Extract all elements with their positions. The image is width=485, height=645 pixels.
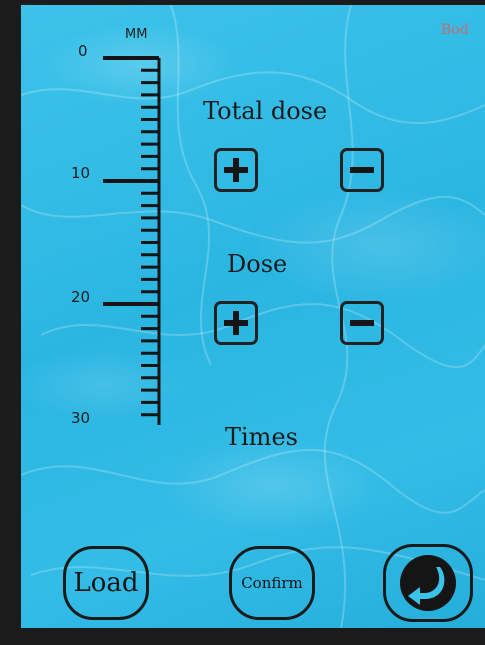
- load-button-label: Load: [73, 568, 139, 598]
- screen: Bod MM 0 10 20 30 Total dose Dose Times …: [21, 5, 485, 628]
- total-dose-plus-button[interactable]: [214, 148, 258, 192]
- total-dose-label: Total dose: [203, 97, 328, 125]
- dose-plus-button[interactable]: [214, 301, 258, 345]
- corner-label: Bod: [441, 22, 469, 38]
- load-button[interactable]: Load: [63, 546, 149, 620]
- back-button[interactable]: [383, 544, 473, 622]
- minus-icon: [350, 167, 374, 173]
- return-arrow-icon: [400, 555, 456, 611]
- minus-icon: [350, 320, 374, 326]
- plus-icon: [224, 158, 248, 182]
- dose-label: Dose: [227, 250, 288, 278]
- dose-minus-button[interactable]: [340, 301, 384, 345]
- times-label: Times: [225, 423, 298, 451]
- confirm-button[interactable]: Confirm: [229, 546, 315, 620]
- ruler-ticks: [103, 56, 161, 425]
- total-dose-minus-button[interactable]: [340, 148, 384, 192]
- ruler-scale: MM 0 10 20 30: [61, 25, 171, 427]
- plus-icon: [224, 311, 248, 335]
- confirm-button-label: Confirm: [241, 574, 303, 592]
